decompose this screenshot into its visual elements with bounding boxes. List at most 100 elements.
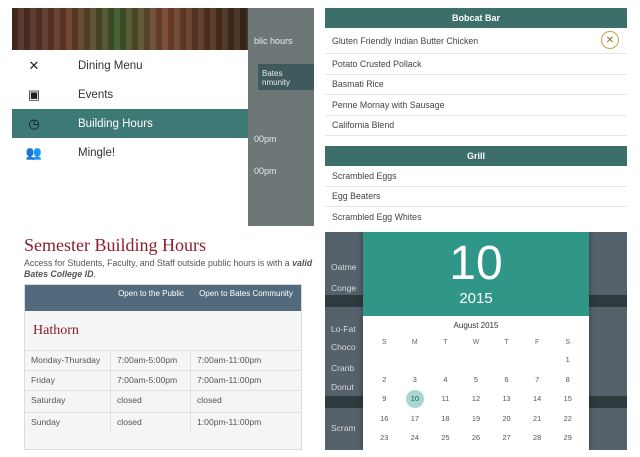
calendar-day[interactable]: 9 xyxy=(369,389,400,409)
calendar-icon: ▣ xyxy=(27,86,41,102)
dining-menu-panel: Bobcat Bar Gluten Friendly Indian Butter… xyxy=(325,8,627,226)
weekday-label: M xyxy=(411,338,418,346)
column-header-public: Open to the Public xyxy=(118,289,184,298)
weekday-label: S xyxy=(565,338,571,346)
selected-year[interactable]: 2015 xyxy=(363,290,589,307)
calendar-day[interactable]: 27 xyxy=(491,428,522,448)
calendar-day[interactable]: 12 xyxy=(461,389,492,409)
clock-icon: ◷ xyxy=(28,115,40,131)
calendar-day[interactable]: 8 xyxy=(552,370,583,390)
page-title: Semester Building Hours xyxy=(24,235,206,255)
weekday-label: T xyxy=(443,338,448,346)
calendar-day[interactable]: 24 xyxy=(400,428,431,448)
building-hours-panel: Semester Building Hours Access for Stude… xyxy=(12,232,314,450)
peek-header: Bates nmunity xyxy=(258,64,314,90)
menu-item-label: Building Hours xyxy=(78,117,153,130)
section-header-grill: Grill xyxy=(325,146,627,166)
calendar-day[interactable]: 3 xyxy=(400,370,431,390)
calendar-day[interactable]: 6 xyxy=(491,370,522,390)
background-content: blic hours Bates nmunity 00pm 00pm xyxy=(248,8,314,226)
gluten-free-icon: ✕ xyxy=(601,31,619,49)
table-row: Saturday closed closed xyxy=(25,391,301,413)
calendar-empty xyxy=(400,350,431,370)
calendar-day[interactable]: 15 xyxy=(552,389,583,409)
calendar-day[interactable]: 22 xyxy=(552,409,583,429)
selected-day[interactable]: 10 xyxy=(363,232,589,292)
calendar-day[interactable]: 29 xyxy=(552,428,583,448)
calendar-day[interactable]: 23 xyxy=(369,428,400,448)
menu-item-dining-menu[interactable]: ✕ Dining Menu xyxy=(12,51,248,80)
menu-item-events[interactable]: ▣ Events xyxy=(12,80,248,109)
building-name: Hathorn xyxy=(25,311,301,351)
calendar-day[interactable]: 21 xyxy=(522,409,553,429)
calendar-day[interactable]: 5 xyxy=(461,370,492,390)
background-list-item: Choco xyxy=(331,342,356,352)
weekday-label: F xyxy=(534,338,540,346)
calendar-empty xyxy=(430,350,461,370)
calendar-day[interactable]: 28 xyxy=(522,428,553,448)
calendar-day[interactable]: 2 xyxy=(369,370,400,390)
calendar-day[interactable]: 20 xyxy=(491,409,522,429)
calendar-empty xyxy=(491,350,522,370)
peek-time: 00pm xyxy=(254,166,277,176)
calendar-day[interactable]: 17 xyxy=(400,409,431,429)
list-item[interactable]: Scrambled Egg Whites xyxy=(325,207,627,226)
peek-text: blic hours xyxy=(254,36,293,46)
people-icon: 👥 xyxy=(25,144,43,160)
calendar-day[interactable]: 4 xyxy=(430,370,461,390)
navigation-drawer-panel: blic hours Bates nmunity 00pm 00pm ✕ Din… xyxy=(12,8,314,226)
weekday-label: T xyxy=(504,338,509,346)
month-label: August 2015 xyxy=(453,321,499,330)
table-row: Monday-Thursday 7:00am-5:00pm 7:00am-11:… xyxy=(25,351,301,371)
hours-table: Open to the Public Open to Bates Communi… xyxy=(24,284,302,450)
section-header-bobcat-bar: Bobcat Bar xyxy=(325,8,627,28)
calendar-empty xyxy=(369,350,400,370)
picker-header: 10 2015 xyxy=(363,232,589,316)
access-note: Access for Students, Faculty, and Staff … xyxy=(24,258,313,279)
calendar-day[interactable]: 26 xyxy=(461,428,492,448)
background-list-item: Cranb xyxy=(331,363,355,373)
table-row: Friday 7:00am-5:00pm 7:00am-11:00pm xyxy=(25,371,301,391)
menu-item-label: Mingle! xyxy=(78,146,116,159)
calendar-day[interactable]: 14 xyxy=(522,389,553,409)
list-item[interactable]: California Blend xyxy=(325,116,627,136)
calendar-day[interactable]: 7 xyxy=(522,370,553,390)
calendar-empty xyxy=(461,350,492,370)
fork-knife-icon: ✕ xyxy=(28,57,40,73)
background-list-item: Lo-Fat xyxy=(331,324,356,334)
list-item[interactable]: Penne Mornay with Sausage xyxy=(325,95,627,116)
calendar-day[interactable]: 13 xyxy=(491,389,522,409)
column-header-community: Open to Bates Community xyxy=(199,289,293,298)
weekday-label: S xyxy=(381,338,387,346)
background-list-item: Scram xyxy=(331,423,356,433)
background-list-item: Donut xyxy=(331,382,354,392)
calendar-day[interactable]: 19 xyxy=(461,409,492,429)
menu-item-label: Dining Menu xyxy=(78,59,143,72)
calendar-day[interactable]: 10 xyxy=(400,389,431,409)
date-picker-panel: Oatme Conge Lo-Fat Choco Cranb Donut Scram 10 … xyxy=(325,232,627,450)
calendar-day[interactable]: 18 xyxy=(430,409,461,429)
table-header: Open to the Public Open to Bates Communi… xyxy=(25,285,301,311)
calendar-day[interactable]: 11 xyxy=(430,389,461,409)
calendar-day[interactable]: 16 xyxy=(369,409,400,429)
drawer-menu: ✕ Dining Menu ▣ Events ◷ Building Hours … xyxy=(12,50,248,226)
menu-item-building-hours[interactable]: ◷ Building Hours xyxy=(12,109,248,138)
background-list-item: Oatme xyxy=(331,262,357,272)
header-photo xyxy=(12,8,248,50)
date-picker-dialog[interactable]: 10 2015 August 2015 S M T W T F S 1 2 3 4 5 6 7 8 9 10 11… xyxy=(363,232,589,450)
calendar-grid: S M T W T F S 1 2 3 4 5 6 7 8 9 10 11 12 13 14 15 16 17 18 19 20 21… xyxy=(369,334,583,448)
calendar-day[interactable]: 1 xyxy=(552,350,583,370)
table-row: Sunday closed 1:00pm-11:00pm xyxy=(25,413,301,432)
menu-item-label: Events xyxy=(78,88,114,101)
calendar-day[interactable]: 25 xyxy=(430,428,461,448)
list-item[interactable]: Egg Beaters xyxy=(325,187,627,207)
peek-time: 00pm xyxy=(254,134,277,144)
weekday-label: W xyxy=(472,338,480,346)
list-item[interactable]: Potato Crusted Pollack xyxy=(325,54,627,75)
list-item[interactable]: Gluten Friendly Indian Butter Chicken ✕ xyxy=(325,28,627,54)
calendar-empty xyxy=(522,350,553,370)
list-item[interactable]: Basmati Rice xyxy=(325,75,627,95)
list-item[interactable]: Scrambled Eggs xyxy=(325,166,627,187)
menu-item-mingle[interactable]: 👥 Mingle! xyxy=(12,138,248,167)
background-list-item: Conge xyxy=(331,283,357,293)
